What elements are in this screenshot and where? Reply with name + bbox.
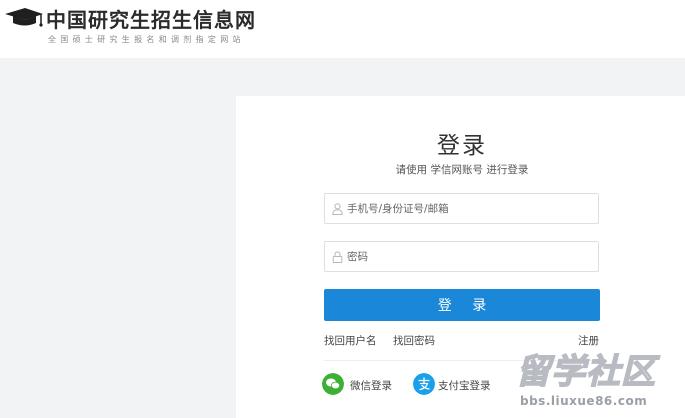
wechat-login-button[interactable]: 微信登录 bbox=[322, 373, 398, 395]
watermark: 留学社区 bbs.liuxue86.com bbox=[515, 344, 685, 418]
login-button[interactable]: 登 录 bbox=[324, 289, 600, 321]
site-title[interactable]: 中国研究生招生信息网 bbox=[46, 4, 256, 33]
login-subtitle: 请使用 学信网账号 进行登录 bbox=[395, 164, 529, 176]
alipay-login-button[interactable]: 支付宝登录 bbox=[413, 373, 499, 395]
alipay-icon bbox=[413, 373, 435, 395]
graduation-cap-icon[interactable] bbox=[3, 6, 43, 28]
login-title: 登录 bbox=[437, 133, 487, 159]
wechat-login-label: 微信登录 bbox=[350, 380, 392, 392]
site-header: 中国研究生招生信息网 全国硕士研究生报名和调剂指定网站 bbox=[0, 0, 685, 58]
watermark-url: bbs.liuxue86.com bbox=[520, 394, 648, 408]
find-password-link[interactable]: 找回密码 bbox=[393, 333, 435, 348]
wechat-icon bbox=[322, 373, 344, 395]
password-input[interactable] bbox=[347, 242, 592, 271]
site-subtitle: 全国硕士研究生报名和调剂指定网站 bbox=[48, 35, 245, 44]
username-input[interactable] bbox=[347, 194, 592, 223]
watermark-title: 留学社区 bbox=[515, 351, 656, 393]
password-field[interactable] bbox=[324, 241, 599, 272]
username-field[interactable] bbox=[324, 193, 599, 224]
lock-icon bbox=[332, 251, 343, 263]
alipay-login-label: 支付宝登录 bbox=[438, 380, 491, 392]
find-username-link[interactable]: 找回用户名 bbox=[324, 333, 377, 348]
user-icon bbox=[332, 203, 343, 215]
